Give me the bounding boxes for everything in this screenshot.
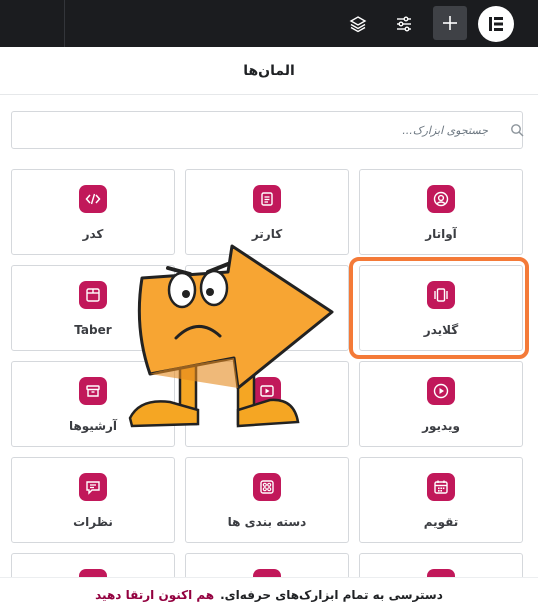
- card-icon: [253, 185, 281, 213]
- categories-icon: [253, 473, 281, 501]
- tabs-icon: [79, 281, 107, 309]
- code-icon: [79, 185, 107, 213]
- widget-search[interactable]: [11, 111, 524, 149]
- archive-icon: [79, 377, 107, 405]
- widget-video[interactable]: ویدیور: [359, 361, 523, 447]
- topbar-divider: [64, 0, 65, 47]
- upgrade-promo-bar: دسترسی به تمام ابزارک‌های حرفه‌ای. هم اک…: [0, 577, 538, 612]
- panel-title: المان‌ها: [243, 62, 295, 79]
- widget-label: نظرات: [73, 515, 113, 529]
- highlight-frame: [349, 257, 529, 359]
- widget-comments[interactable]: نظرات: [11, 457, 175, 543]
- arrow-mascot-illustration: [128, 244, 334, 428]
- widget-categories[interactable]: دسته بندی ها: [185, 457, 349, 543]
- editor-topbar: [0, 0, 538, 47]
- widget-label: آواتار: [425, 227, 457, 241]
- panel-header: المان‌ها: [0, 47, 538, 95]
- comments-icon: [79, 473, 107, 501]
- widget-label: دسته بندی ها: [227, 515, 307, 529]
- widget-label: تقویم: [423, 515, 459, 529]
- elementor-logo[interactable]: [478, 6, 514, 42]
- widget-label: ویدیور: [422, 419, 460, 433]
- add-element-button[interactable]: [433, 6, 467, 40]
- plus-icon: [443, 16, 457, 30]
- calendar-icon: [427, 473, 455, 501]
- layers-icon[interactable]: [342, 8, 374, 40]
- widget-avatar[interactable]: آواتار: [359, 169, 523, 255]
- upgrade-link[interactable]: هم اکنون ارتقا دهید: [95, 588, 214, 602]
- video-icon: [427, 377, 455, 405]
- search-icon: [511, 124, 524, 137]
- promo-text: دسترسی به تمام ابزارک‌های حرفه‌ای.: [220, 588, 443, 602]
- widget-calendar[interactable]: تقویم: [359, 457, 523, 543]
- sliders-icon[interactable]: [388, 8, 420, 40]
- avatar-icon: [427, 185, 455, 213]
- search-input[interactable]: [12, 112, 522, 148]
